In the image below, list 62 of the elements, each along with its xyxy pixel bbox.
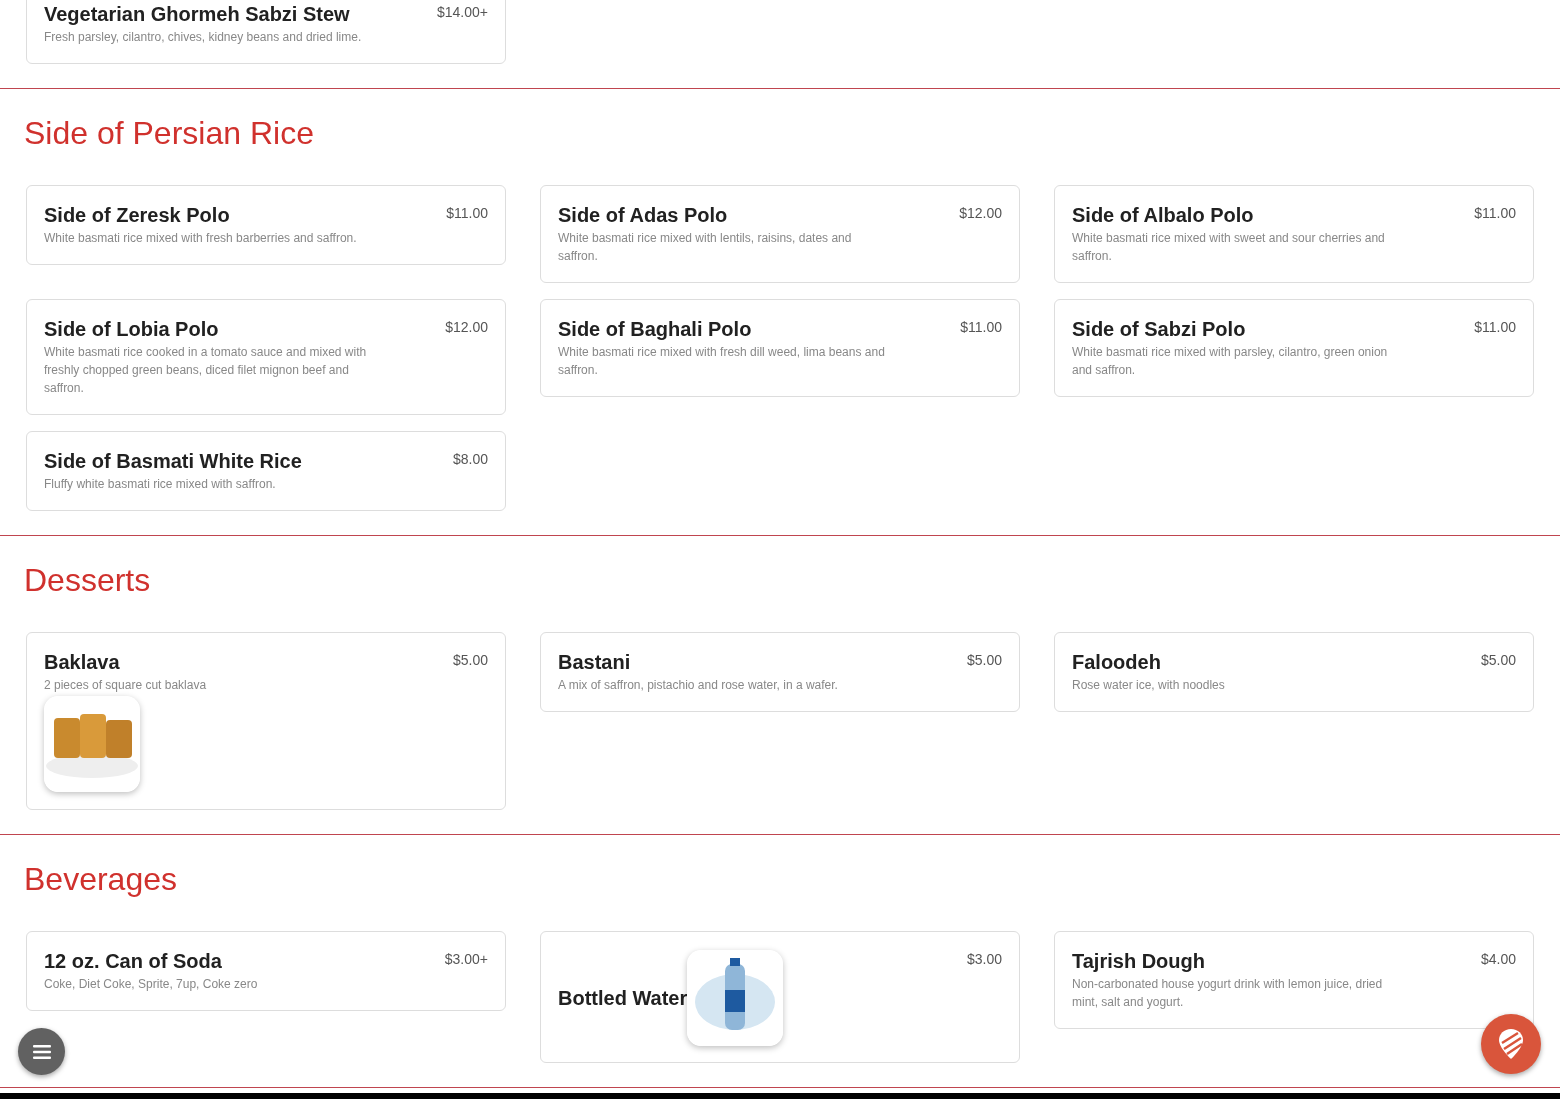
- item-price: $3.00: [966, 950, 1002, 969]
- section-heading: Desserts: [24, 561, 152, 600]
- item-description: White basmati rice mixed with lentils, raisins, dates and saffron.: [558, 230, 853, 265]
- item-price: $8.00: [452, 450, 488, 469]
- menu-item-card[interactable]: Side of Basmati White Rice Fluffy white basmati rice mixed with saffron. $8.00: [26, 431, 506, 511]
- menu-item-card[interactable]: Side of Sabzi Polo White basmati rice mixed with parsley, cilantro, green onion and saffron. $11.00: [1054, 299, 1534, 397]
- item-price: $5.00: [452, 651, 488, 670]
- item-name: Faloodeh: [1072, 650, 1162, 674]
- menu-item-card[interactable]: Faloodeh Rose water ice, with noodles $5.00: [1054, 632, 1534, 712]
- item-price: $5.00: [1480, 651, 1516, 670]
- item-name: Side of Sabzi Polo: [1072, 317, 1247, 341]
- section-heading: Beverages: [24, 860, 178, 899]
- item-price: $12.00: [445, 318, 488, 337]
- menu-button[interactable]: [18, 1028, 65, 1075]
- section-heading: Side of Persian Rice: [24, 114, 315, 153]
- menu-item-card[interactable]: Side of Baghali Polo White basmati rice mixed with fresh dill weed, lima beans and saffron. $11.00: [540, 299, 1020, 397]
- item-description: 2 pieces of square cut baklava: [44, 677, 207, 694]
- item-description: White basmati rice cooked in a tomato sauce and mixed with freshly chopped green beans, diced filet mignon beef and saffron.: [44, 344, 368, 397]
- item-price: $11.00: [960, 318, 1002, 337]
- item-price: $11.00: [1474, 204, 1516, 223]
- brand-button[interactable]: [1481, 1014, 1541, 1074]
- item-name: Bottled Water: [558, 986, 688, 1010]
- item-name: Side of Zeresk Polo: [44, 203, 231, 227]
- item-description: White basmati rice mixed with fresh dill weed, lima beans and saffron.: [558, 344, 886, 379]
- item-name: Side of Albalo Polo: [1072, 203, 1255, 227]
- item-description: Coke, Diet Coke, Sprite, 7up, Coke zero: [44, 976, 258, 993]
- item-price: $4.00: [1480, 950, 1516, 969]
- item-description: White basmati rice mixed with sweet and sour cherries and saffron.: [1072, 230, 1386, 265]
- menu-item-card[interactable]: 12 oz. Can of Soda Coke, Diet Coke, Sprite, 7up, Coke zero $3.00+: [26, 931, 506, 1011]
- location-pin-icon: [1496, 1027, 1526, 1061]
- item-name: Side of Basmati White Rice: [44, 449, 302, 473]
- item-price: $11.00: [446, 204, 488, 223]
- item-description: Rose water ice, with noodles: [1072, 677, 1225, 694]
- item-price: $14.00+: [437, 3, 488, 22]
- item-description: Non-carbonated house yogurt drink with lemon juice, dried mint, salt and yogurt.: [1072, 976, 1384, 1011]
- item-description: A mix of saffron, pistachio and rose water, in a wafer.: [558, 677, 838, 694]
- item-description: Fresh parsley, cilantro, chives, kidney beans and dried lime.: [44, 29, 362, 46]
- item-description: Fluffy white basmati rice mixed with saffron.: [44, 476, 277, 493]
- item-name: Bastani: [558, 650, 632, 674]
- item-price: $11.00: [1474, 318, 1516, 337]
- menu-item-card[interactable]: Side of Adas Polo White basmati rice mixed with lentils, raisins, dates and saffron. $12.00: [540, 185, 1020, 283]
- item-name: Side of Lobia Polo: [44, 317, 220, 341]
- item-description: White basmati rice mixed with fresh barberries and saffron.: [44, 230, 357, 247]
- item-price: $5.00: [966, 651, 1002, 670]
- item-description: White basmati rice mixed with parsley, cilantro, green onion and saffron.: [1072, 344, 1389, 379]
- item-name: Vegetarian Ghormeh Sabzi Stew: [44, 2, 351, 26]
- menu-item-card[interactable]: Bastani A mix of saffron, pistachio and rose water, in a wafer. $5.00: [540, 632, 1020, 712]
- menu-item-card[interactable]: Baklava 2 pieces of square cut baklava $5.00: [26, 632, 506, 810]
- menu-item-card[interactable]: Side of Albalo Polo White basmati rice mixed with sweet and sour cherries and saffron. $11.00: [1054, 185, 1534, 283]
- menu-item-card[interactable]: Bottled Water $3.00: [540, 931, 1020, 1063]
- item-name: Side of Baghali Polo: [558, 317, 753, 341]
- menu-item-card[interactable]: Tajrish Dough Non-carbonated house yogurt drink with lemon juice, dried mint, salt and yogurt. $4.00: [1054, 931, 1534, 1029]
- menu-item-card[interactable]: Side of Zeresk Polo White basmati rice mixed with fresh barberries and saffron. $11.00: [26, 185, 506, 265]
- menu-item-card[interactable]: Vegetarian Ghormeh Sabzi Stew Fresh parsley, cilantro, chives, kidney beans and dried lime. $14.00+: [26, 0, 506, 64]
- item-name: Baklava: [44, 650, 121, 674]
- item-name: 12 oz. Can of Soda: [44, 949, 223, 973]
- menu-item-card[interactable]: Side of Lobia Polo White basmati rice cooked in a tomato sauce and mixed with freshly chopped green beans, diced filet mignon beef and saffron. $12.00: [26, 299, 506, 415]
- item-name: Tajrish Dough: [1072, 949, 1206, 973]
- item-name: Side of Adas Polo: [558, 203, 729, 227]
- item-price: $12.00: [959, 204, 1002, 223]
- item-price: $3.00+: [444, 950, 488, 969]
- menu-icon: [32, 1044, 51, 1059]
